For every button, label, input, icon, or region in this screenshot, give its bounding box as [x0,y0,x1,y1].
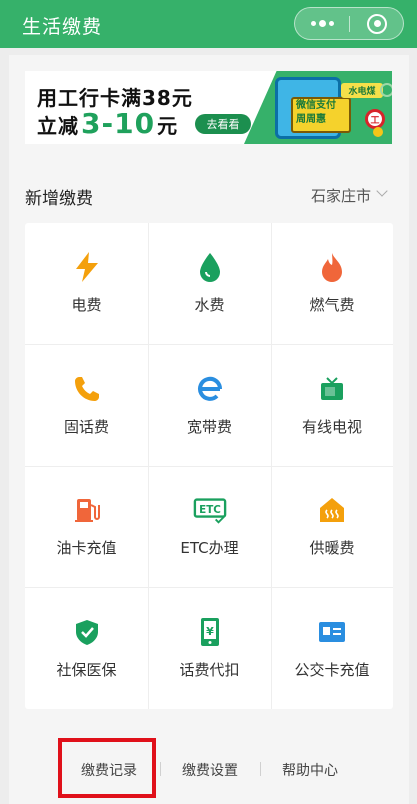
service-label: 宽带费 [186,418,232,436]
shield-check-icon [70,615,104,649]
etc-icon: ETC [193,493,227,527]
service-fuel-card[interactable]: 油卡充值 [25,466,148,587]
service-label: 有线电视 [301,418,362,436]
footer-divider [160,762,161,776]
heating-icon [315,493,349,527]
water-drop-icon [193,250,227,284]
more-button[interactable] [295,8,349,39]
promo-tag: 水电煤 [341,83,383,98]
service-electricity[interactable]: 电费 [25,223,148,344]
promo-sign-text: 微信支付 周周惠 [296,99,336,127]
footer-divider [260,762,261,776]
service-water[interactable]: 水费 [148,223,271,344]
promo-sign-line-1: 微信支付 [296,100,336,111]
service-label: 燃气费 [309,296,355,314]
service-label: 固话费 [63,418,109,436]
promo-bubble-icon [380,83,392,97]
broadband-e-icon [193,372,227,406]
mini-program-capsule [294,7,404,40]
fuel-pump-icon [70,493,104,527]
tv-icon [315,372,349,406]
close-button[interactable] [350,8,404,39]
service-label: 供暖费 [309,539,355,557]
section-title: 新增缴费 [25,189,93,209]
mobile-yuan-icon: ¥ [193,615,227,649]
page-title: 生活缴费 [22,16,103,38]
mini-program-close-icon [367,13,387,34]
promo-suffix: 元 [157,114,179,138]
service-social-insurance[interactable]: 社保医保 [25,587,148,709]
service-landline[interactable]: 固话费 [25,344,148,466]
promo-banner[interactable]: 用工行卡满38元 立减 3-10 元 去看看 微信支付 周周惠 水电煤 工 [25,71,392,144]
flame-icon [315,250,349,284]
help-center-link[interactable]: 帮助中心 [282,760,338,780]
bus-card-icon [315,615,349,649]
highlight-box [58,738,156,798]
bank-logo-icon: 工 [365,109,385,129]
service-label: 电费 [71,296,102,314]
service-broadband[interactable]: 宽带费 [148,344,271,466]
promo-line-2: 立减 3-10 元 [37,110,178,139]
city-selector[interactable]: 石家庄市 [311,185,371,206]
service-heating[interactable]: 供暖费 [271,466,393,587]
service-cable-tv[interactable]: 有线电视 [271,344,393,466]
svg-text:¥: ¥ [206,625,214,638]
more-dots-icon [310,20,334,27]
phone-icon [70,372,104,406]
promo-cta-button[interactable]: 去看看 [195,114,251,134]
service-label: ETC办理 [180,539,239,557]
coin-icon [373,127,383,137]
service-label: 公交卡充值 [294,661,370,679]
service-etc[interactable]: ETC ETC办理 [148,466,271,587]
promo-sign-line-2: 周周惠 [296,114,326,125]
service-label: 社保医保 [56,661,117,679]
service-label: 话费代扣 [179,661,240,679]
payment-settings-link[interactable]: 缴费设置 [182,760,238,780]
service-label: 油卡充值 [56,539,117,557]
nav-bar: 生活缴费 [0,0,417,48]
service-bus-card[interactable]: 公交卡充值 [271,587,393,709]
promo-prefix: 立减 [37,114,79,138]
service-auto-debit[interactable]: ¥ 话费代扣 [148,587,271,709]
service-label: 水费 [194,296,225,314]
service-gas[interactable]: 燃气费 [271,223,393,344]
service-grid: 电费 水费 燃气费 固话费 宽带费 有线电视 油卡充值 ETC ETC办理 供暖… [25,223,393,709]
promo-discount-range: 3-10 [81,107,156,140]
svg-text:ETC: ETC [199,504,221,516]
lightning-icon [70,250,104,284]
